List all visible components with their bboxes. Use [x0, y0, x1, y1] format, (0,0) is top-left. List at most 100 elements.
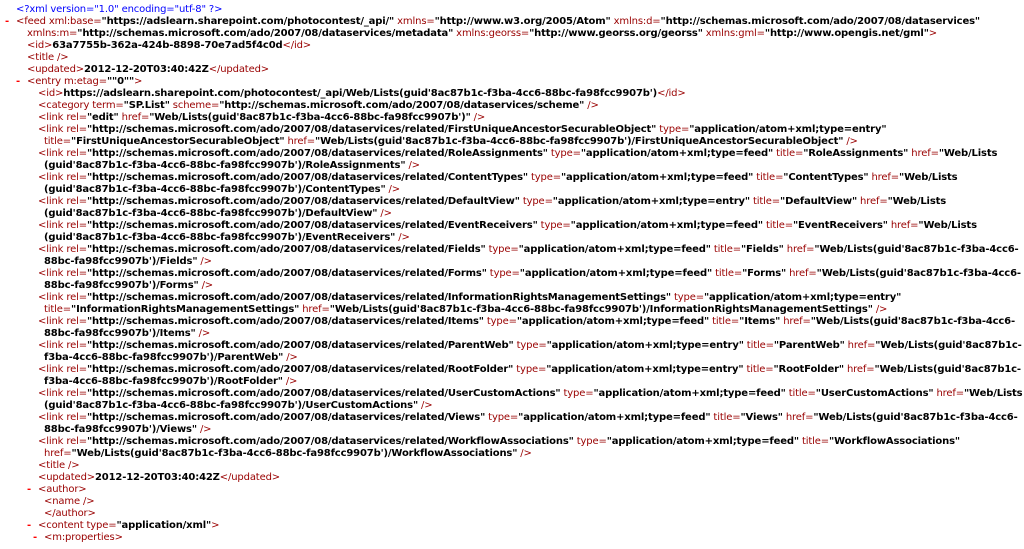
attribute-value: "Views" [740, 412, 783, 423]
attribute-value: "FirstUniqueAncestorSecurableObject" [71, 136, 285, 147]
xml-tag: /> [196, 424, 212, 435]
attribute-name: rel= [66, 268, 87, 279]
attribute-value: "application/atom+xml;type=feed" [570, 220, 763, 231]
attribute-value: "application/atom+xml;type=entry" [546, 340, 744, 351]
attribute-value: "application/atom+xml;type=feed" [580, 148, 774, 159]
attribute-name: title= [44, 304, 72, 315]
attribute-name: type= [513, 364, 547, 375]
xml-line-text: <title /> [38, 460, 80, 472]
xml-tag: /> [198, 280, 214, 291]
attribute-name: href= [933, 388, 964, 399]
xml-tag: <feed [16, 16, 49, 27]
attribute-name: rel= [66, 172, 87, 183]
text-value: 63a7755b-362a-424b-8898-70e7ad5f4c0d [52, 40, 283, 51]
attribute-name: rel= [66, 124, 87, 135]
attribute-value: "Web/Lists [938, 148, 998, 159]
xml-line-text: <feed xml:base="https://adslearn.sharepo… [16, 16, 980, 28]
attribute-name: title= [773, 148, 804, 159]
xml-tag: /> [517, 448, 532, 459]
attribute-value: "EventReceivers" [792, 220, 888, 231]
xml-line: <link rel="http://schemas.microsoft.com/… [0, 292, 1024, 304]
attribute-value: "http://www.georss.org/georss" [529, 28, 703, 39]
xml-line: f3ba-4cc6-88bc-fa98fcc9907b')/ParentWeb"… [0, 352, 1024, 364]
attribute-value: "Web/Lists [964, 388, 1023, 399]
attribute-value: "application/xml" [116, 520, 212, 531]
xml-line-text: <link rel="http://schemas.microsoft.com/… [38, 220, 977, 232]
xml-line-text: <entry m:etag=""0""> [27, 76, 142, 88]
attribute-name: type= [486, 268, 520, 279]
xml-line: (guid'8ac87b1c-f3ba-4cc6-88bc-fa98fcc990… [0, 160, 1024, 172]
collapse-toggle[interactable]: - [27, 484, 31, 496]
attribute-name: href= [780, 316, 811, 327]
attribute-value: "application/atom+xml;type=feed" [518, 244, 711, 255]
attribute-name: title= [710, 412, 741, 423]
xml-line-text: (guid'8ac87b1c-f3ba-4cc6-88bc-fa98fcc990… [44, 232, 410, 244]
attribute-value: "application/atom+xml;type=feed" [518, 412, 711, 423]
xml-tag: <updated> [27, 64, 84, 75]
attribute-value: "Fields" [740, 244, 784, 255]
xml-line: (guid'8ac87b1c-f3ba-4cc6-88bc-fa98fcc990… [0, 208, 1024, 220]
xml-line: <id>63a7755b-362a-424b-8898-70e7ad5f4c0d… [0, 40, 1024, 52]
xml-line-text: <?xml version="1.0" encoding="utf-8" ?> [16, 4, 222, 16]
xml-line-text: 88bc-fa98fcc9907b')/Items" /> [44, 328, 210, 340]
attribute-value: "http://schemas.microsoft.com/ado/2007/0… [86, 196, 520, 207]
xml-line-text: (guid'8ac87b1c-f3ba-4cc6-88bc-fa98fcc990… [44, 208, 392, 220]
attribute-name: type= [560, 388, 594, 399]
attribute-name: href= [843, 364, 875, 375]
xml-line: <id>https://adslearn.sharepoint.com/phot… [0, 88, 1024, 100]
xml-tag: <link [38, 124, 67, 135]
xml-line: <link rel="http://schemas.microsoft.com/… [0, 172, 1024, 184]
xml-tag: /> [584, 100, 599, 111]
collapse-toggle[interactable]: - [16, 76, 20, 88]
xml-tag: /> [197, 256, 212, 267]
xml-line-text: <link rel="edit" href="Web/Lists(guid'8a… [38, 112, 485, 124]
xml-tag: <content [38, 520, 87, 531]
attribute-name: href= [299, 304, 330, 315]
attribute-name: href= [844, 340, 876, 351]
xml-line: <link rel="http://schemas.microsoft.com/… [0, 364, 1024, 376]
attribute-name: title= [743, 364, 774, 375]
attribute-value: 88bc-fa98fcc9907b')/Items" [44, 328, 196, 339]
xml-tag: <link [38, 316, 67, 327]
attribute-value: "application/atom+xml;type=entry" [546, 364, 744, 375]
xml-line: <updated>2012-12-20T03:40:42Z</updated> [0, 64, 1024, 76]
xml-line: <name /> [0, 496, 1024, 508]
xml-line: - <entry m:etag=""0""> [0, 76, 1024, 88]
xml-line: (guid'8ac87b1c-f3ba-4cc6-88bc-fa98fcc990… [0, 232, 1024, 244]
xml-line: <link rel="http://schemas.microsoft.com/… [0, 340, 1024, 352]
xml-line-text: <m:properties> [44, 532, 123, 544]
attribute-value: "Items" [739, 316, 781, 327]
attribute-name: title= [749, 196, 781, 207]
attribute-name: xmlns:d= [610, 16, 661, 27]
xml-line-text: <link rel="http://schemas.microsoft.com/… [38, 124, 887, 136]
xml-line: <link rel="http://schemas.microsoft.com/… [0, 124, 1024, 136]
text-value: 2012-12-20T03:40:42Z [84, 64, 209, 75]
attribute-value: "http://schemas.microsoft.com/ado/2007/0… [86, 436, 574, 447]
collapse-toggle[interactable]: - [5, 16, 9, 28]
collapse-toggle[interactable]: - [27, 520, 31, 532]
attribute-value: "Web/Lists(guid'8ac87b1c- [874, 364, 1021, 375]
xml-line: - <author> [0, 484, 1024, 496]
attribute-name: title= [743, 340, 774, 351]
xml-line: <link rel="http://schemas.microsoft.com/… [0, 316, 1024, 328]
attribute-name: type= [485, 412, 519, 423]
attribute-name: type= [656, 124, 690, 135]
attribute-name: rel= [66, 436, 87, 447]
attribute-value: "Web/Lists(guid'8ac87b1c-f3ba-4cc6- [810, 316, 1015, 327]
xml-tag: /> [282, 376, 298, 387]
xml-line: href="Web/Lists(guid'8ac87b1c-f3ba-4cc6-… [0, 448, 1024, 460]
attribute-name: href= [44, 448, 72, 459]
attribute-name: xmlns:gml= [702, 28, 765, 39]
attribute-value: "application/atom+xml;type=feed" [516, 316, 710, 327]
attribute-value: "Web/Lists(guid'8ac87b1c-f3ba-4cc6-88bc-… [71, 448, 518, 459]
collapse-toggle[interactable]: - [33, 532, 37, 544]
attribute-name: rel= [66, 412, 87, 423]
attribute-name: rel= [66, 316, 87, 327]
xml-tag: /> [418, 400, 433, 411]
xml-line: <title /> [0, 52, 1024, 64]
xml-tag: /> [872, 304, 888, 315]
xml-line-text: <link rel="http://schemas.microsoft.com/… [38, 364, 1021, 376]
xml-tag: /> [470, 112, 486, 123]
attribute-name: term= [92, 100, 124, 111]
attribute-value: "http://schemas.microsoft.com/ado/2007/0… [86, 268, 487, 279]
